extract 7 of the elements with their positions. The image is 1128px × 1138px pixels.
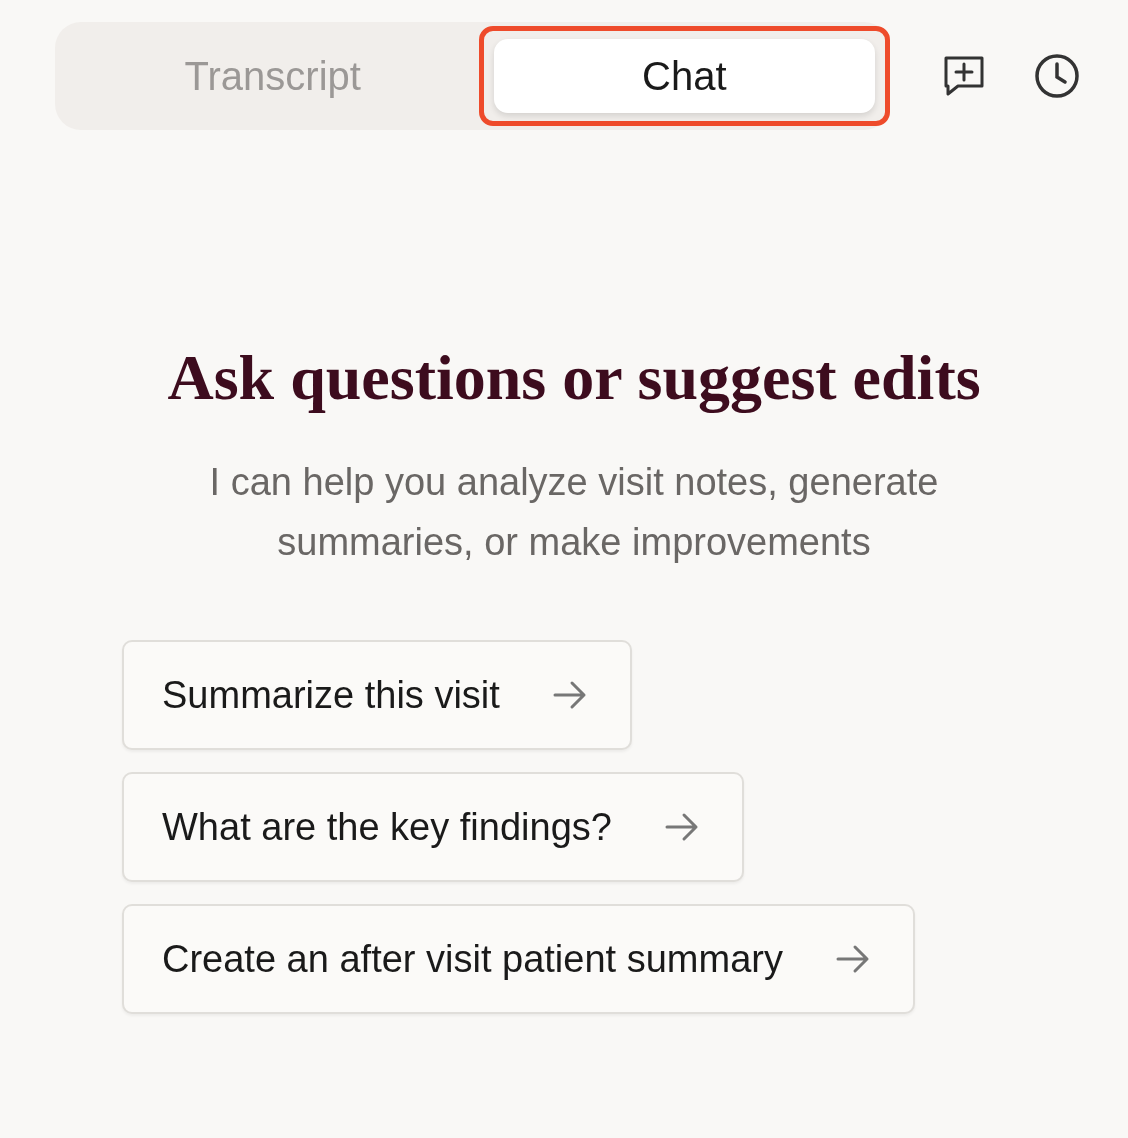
tab[interactable]: Chat <box>493 39 875 113</box>
suggestion-button[interactable]: Create an after visit patient summary <box>122 904 915 1014</box>
history-icon[interactable] <box>1033 52 1081 100</box>
suggestion-button[interactable]: What are the key findings? <box>122 772 744 882</box>
heading: Ask questions or suggest edits <box>166 341 982 415</box>
suggestion-button[interactable]: Summarize this visit <box>122 640 632 750</box>
subtitle: I can help you analyze visit notes, generate summaries, or make improvements <box>208 460 940 565</box>
